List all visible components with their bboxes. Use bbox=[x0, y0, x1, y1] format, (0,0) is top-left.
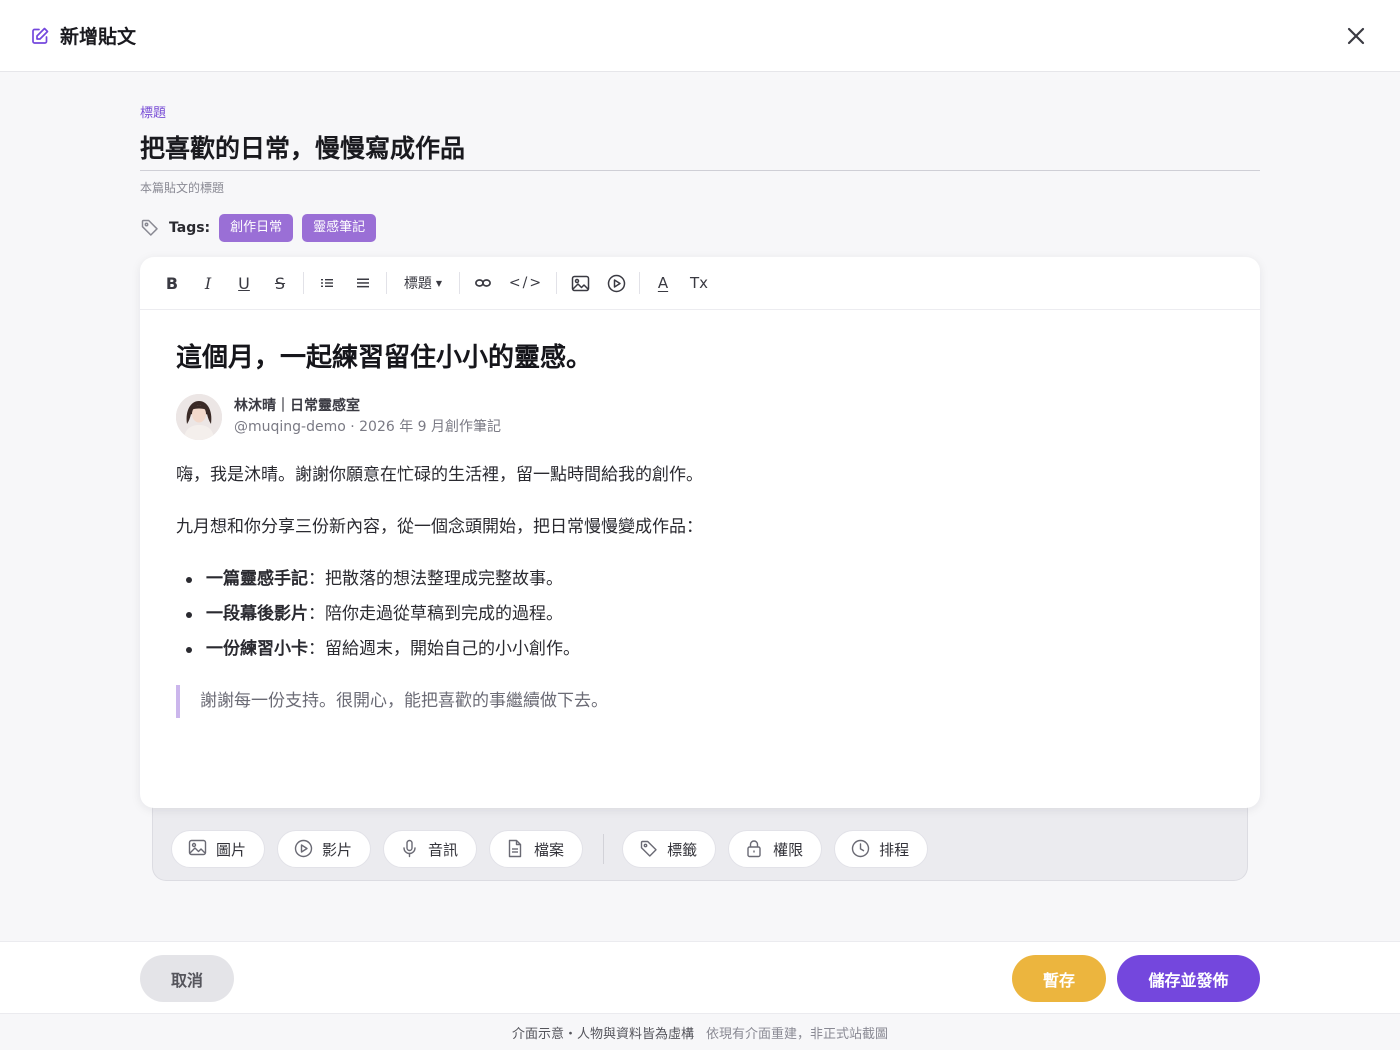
attachment-bar: 圖片 影片 音訊 檔案 標籤 權限 排程 bbox=[152, 800, 1248, 881]
permission-label: 權限 bbox=[773, 840, 804, 859]
tags-row: Tags: 創作日常 靈感筆記 bbox=[140, 214, 385, 242]
lock-icon bbox=[745, 839, 765, 859]
list-item-text: ：留給週末，開始自己的小小創作。 bbox=[308, 639, 580, 659]
image-icon bbox=[188, 839, 208, 859]
attachment-divider bbox=[603, 834, 605, 864]
title-field-label: 標題 bbox=[140, 106, 167, 121]
paragraph: 九月想和你分享三份新內容，從一個念頭開始，把日常慢慢變成作品： bbox=[176, 517, 703, 537]
tag-chip[interactable]: 創作日常 bbox=[219, 214, 294, 242]
microphone-icon bbox=[400, 839, 420, 859]
ordered-list-icon bbox=[321, 279, 333, 287]
list-item-bold: 一篇靈感手記 bbox=[206, 569, 308, 589]
italic-button[interactable]: I bbox=[193, 267, 223, 299]
paragraph: 嗨，我是沐晴。謝謝你願意在忙碌的生活裡，留一點時間給我的創作。 bbox=[176, 465, 703, 485]
attach-video-label: 影片 bbox=[322, 840, 353, 859]
bullet-dot bbox=[186, 577, 192, 583]
list-item-text: ：陪你走過從草稿到完成的過程。 bbox=[308, 604, 563, 624]
tags-label: Tags: bbox=[169, 220, 211, 236]
editor-content[interactable]: 這個月，一起練習留住小小的靈感。 林沐晴｜日常靈感室 @muqing-demo … bbox=[140, 310, 1260, 718]
list-item-bold: 一段幕後影片 bbox=[206, 604, 308, 624]
modal-footer: 取消 暫存 儲存並發佈 bbox=[0, 941, 1400, 1014]
link-button[interactable] bbox=[468, 267, 498, 299]
insert-video-button[interactable] bbox=[601, 267, 631, 299]
save-draft-button[interactable]: 暫存 bbox=[1012, 955, 1106, 1002]
disclaimer-note: 依現有介面重建，非正式站截圖 bbox=[706, 1026, 889, 1042]
modal-header: 新增貼文 bbox=[0, 0, 1400, 72]
blockquote: 謝謝每一份支持。很開心，能把喜歡的事繼續做下去。 bbox=[176, 685, 1224, 718]
avatar bbox=[176, 394, 222, 440]
tag-chip[interactable]: 靈感筆記 bbox=[302, 214, 377, 242]
author-name: 林沐晴｜日常靈感室 bbox=[234, 398, 360, 414]
title-input[interactable] bbox=[140, 124, 1260, 171]
play-circle-icon bbox=[294, 839, 314, 859]
clear-format-button[interactable]: Tx bbox=[684, 267, 714, 299]
clear-format-icon: Tx bbox=[689, 274, 709, 292]
toolbar-divider bbox=[556, 272, 557, 294]
heading-dropdown[interactable]: 標題 ▼ bbox=[395, 267, 451, 299]
list-item-bold: 一份練習小卡 bbox=[206, 639, 308, 659]
tag-icon bbox=[140, 218, 160, 238]
attach-audio-button[interactable]: 音訊 bbox=[383, 830, 478, 868]
attach-file-label: 檔案 bbox=[534, 840, 565, 859]
author-meta: @muqing-demo · 2026 年 9 月創作筆記 bbox=[234, 419, 502, 435]
heading-dropdown-label: 標題 bbox=[403, 276, 432, 292]
attach-image-label: 圖片 bbox=[216, 840, 247, 859]
list-item: 一份練習小卡：留給週末，開始自己的小小創作。 bbox=[176, 636, 1224, 671]
attach-image-button[interactable]: 圖片 bbox=[171, 830, 266, 868]
tag-icon bbox=[639, 839, 659, 859]
attach-audio-label: 音訊 bbox=[428, 840, 459, 859]
text-color-icon: A bbox=[657, 274, 669, 292]
list-item-text: ：把散落的想法整理成完整故事。 bbox=[308, 569, 563, 589]
ordered-list-button[interactable] bbox=[312, 267, 342, 299]
author-block: 林沐晴｜日常靈感室 @muqing-demo · 2026 年 9 月創作筆記 bbox=[176, 393, 1224, 441]
text-color-button[interactable]: A bbox=[648, 267, 678, 299]
modal-title: 新增貼文 bbox=[60, 26, 137, 48]
author-info: 林沐晴｜日常靈感室 @muqing-demo · 2026 年 9 月創作筆記 bbox=[234, 396, 501, 438]
list-item: 一篇靈感手記：把散落的想法整理成完整故事。 bbox=[176, 566, 1224, 601]
link-icon bbox=[475, 279, 491, 287]
clock-icon bbox=[851, 839, 871, 859]
bullet-dot bbox=[186, 612, 192, 618]
save-and-publish-button[interactable]: 儲存並發佈 bbox=[1117, 955, 1260, 1002]
chevron-down-icon: ▼ bbox=[435, 278, 443, 288]
bullet-list-icon bbox=[357, 278, 369, 288]
toolbar-divider bbox=[386, 272, 387, 294]
bullet-dot bbox=[186, 647, 192, 653]
underline-button[interactable]: U bbox=[229, 267, 259, 299]
bullet-list-button[interactable] bbox=[348, 267, 378, 299]
image-icon bbox=[571, 275, 589, 291]
close-icon[interactable] bbox=[1344, 24, 1368, 48]
disclaimer: 介面示意・人物與資料皆為虛構 依現有介面重建，非正式站截圖 bbox=[0, 1014, 1400, 1050]
attach-video-button[interactable]: 影片 bbox=[277, 830, 372, 868]
document-icon bbox=[506, 839, 526, 859]
disclaimer-text: 介面示意・人物與資料皆為虛構 bbox=[511, 1026, 694, 1042]
editor-toolbar: B I U S 標題 ▼ </> A Tx bbox=[140, 257, 1260, 310]
cancel-button[interactable]: 取消 bbox=[140, 955, 234, 1002]
list-item: 一段幕後影片：陪你走過從草稿到完成的過程。 bbox=[176, 601, 1224, 636]
edit-icon bbox=[30, 26, 50, 46]
post-heading: 這個月，一起練習留住小小的靈感。 bbox=[176, 343, 593, 373]
toolbar-divider bbox=[303, 272, 304, 294]
attach-file-button[interactable]: 檔案 bbox=[489, 830, 584, 868]
toolbar-divider bbox=[459, 272, 460, 294]
title-hint: 本篇貼文的標題 bbox=[140, 181, 225, 195]
code-button[interactable]: </> bbox=[504, 267, 548, 299]
add-tag-label: 標籤 bbox=[667, 840, 698, 859]
schedule-label: 排程 bbox=[879, 840, 910, 859]
add-tag-button[interactable]: 標籤 bbox=[622, 830, 717, 868]
insert-image-button[interactable] bbox=[565, 267, 595, 299]
toolbar-divider bbox=[639, 272, 640, 294]
strikethrough-button[interactable]: S bbox=[265, 267, 295, 299]
bullet-list: 一篇靈感手記：把散落的想法整理成完整故事。 一段幕後影片：陪你走過從草稿到完成的… bbox=[176, 566, 1224, 671]
rich-text-editor: B I U S 標題 ▼ </> A Tx 這個月，一起練習留住小小的靈感。 林… bbox=[140, 257, 1260, 808]
permission-button[interactable]: 權限 bbox=[728, 830, 823, 868]
play-circle-icon bbox=[607, 274, 625, 292]
bold-button[interactable]: B bbox=[157, 267, 187, 299]
schedule-button[interactable]: 排程 bbox=[834, 830, 929, 868]
